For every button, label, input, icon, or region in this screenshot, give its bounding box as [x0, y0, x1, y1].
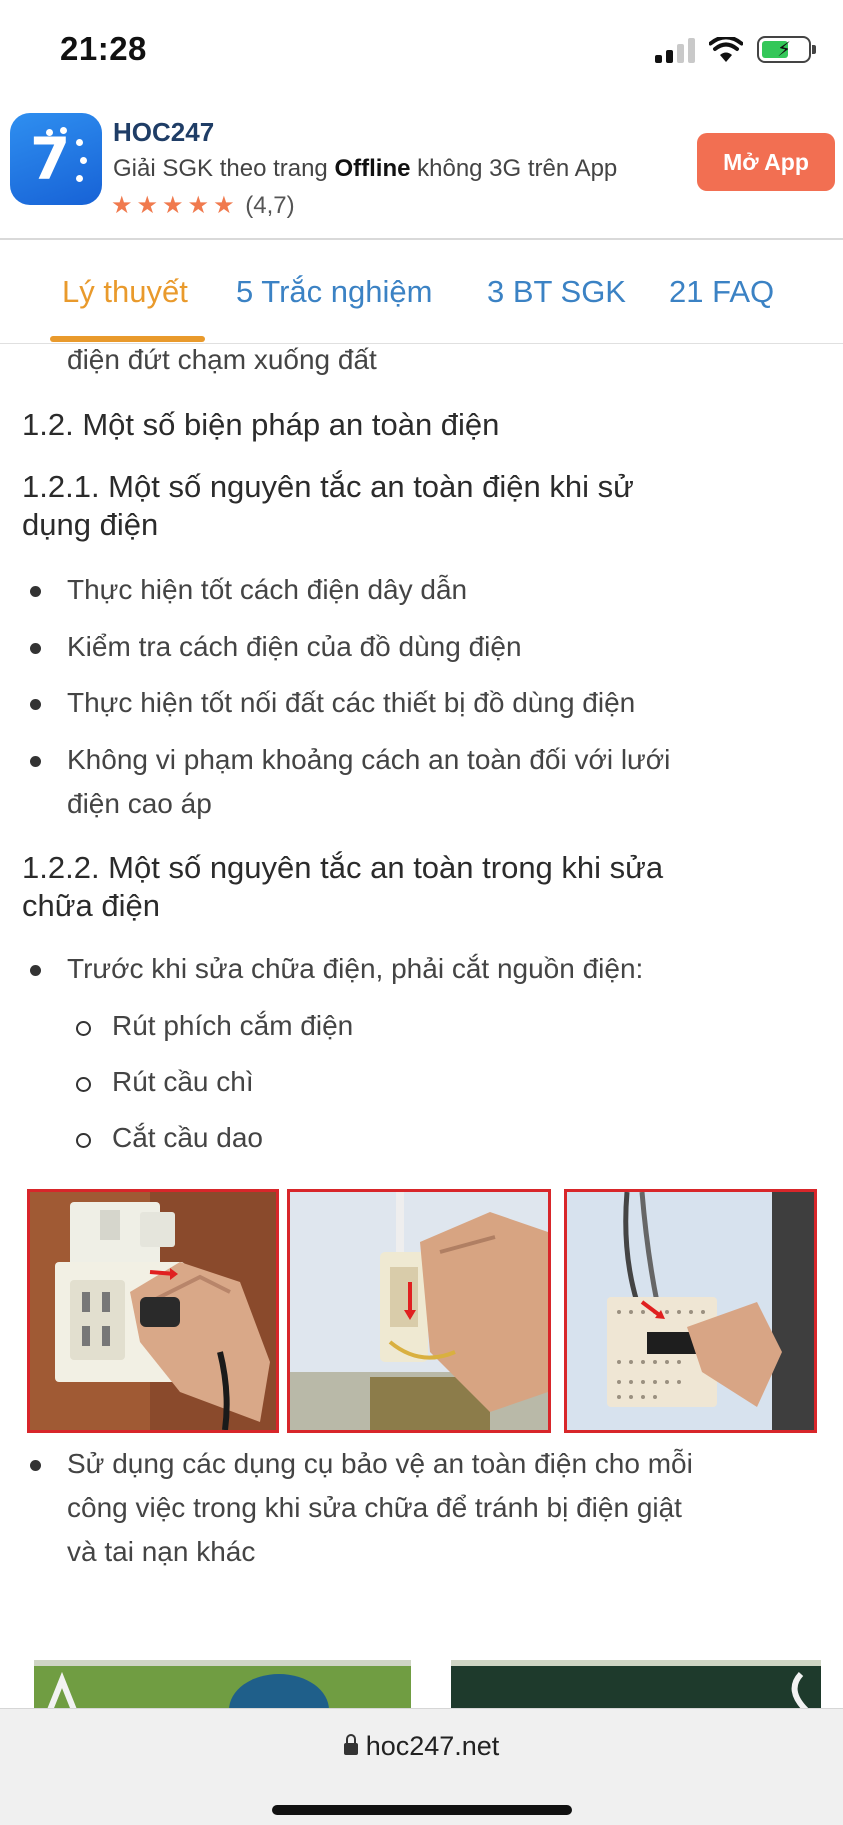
hoc247-app-logo: 7	[10, 113, 102, 205]
list-item: Trước khi sửa chữa điện, phải cắt nguồn …	[29, 947, 643, 991]
heading-1-2: 1.2. Một số biện pháp an toàn điện	[22, 407, 500, 442]
active-tab-indicator	[50, 336, 205, 342]
list-item: Sử dụng các dụng cụ bảo vệ an toàn điện …	[30, 1442, 693, 1574]
status-bar: 21:28 ⚡	[0, 0, 843, 105]
lock-icon	[343, 1734, 358, 1755]
list-item: Không vi phạm khoảng cách an toàn đối vớ…	[29, 738, 670, 826]
tab-bt-sgk[interactable]: 3 BT SGK	[487, 274, 626, 310]
partial-image-right	[451, 1660, 821, 1710]
photo-unplug-socket	[27, 1189, 279, 1433]
url-display[interactable]: hoc247.net	[0, 1731, 843, 1762]
sub-list-item: Cắt cầu dao	[76, 1116, 263, 1160]
list-item: Thực hiện tốt nối đất các thiết bị đồ dù…	[29, 681, 635, 725]
open-app-button[interactable]: Mở App	[697, 133, 835, 191]
sub-list-item: Rút cầu chì	[76, 1060, 254, 1104]
rating-value: (4,7)	[245, 192, 295, 219]
app-rating: ★★★★★ (4,7)	[111, 191, 295, 220]
status-time: 21:28	[60, 30, 147, 67]
photo-remove-fuse	[287, 1189, 551, 1433]
wifi-icon	[709, 36, 743, 62]
tab-faq[interactable]: 21 FAQ	[669, 274, 774, 310]
partial-image-left	[34, 1660, 411, 1710]
app-name: HOC247	[113, 117, 215, 147]
tab-trac-nghiem[interactable]: 5 Trắc nghiệm	[236, 274, 432, 310]
heading-1-2-2: 1.2.2. Một số nguyên tắc an toàn trong k…	[22, 850, 664, 923]
app-description: Giải SGK theo trang Offline không 3G trê…	[113, 155, 618, 182]
continued-text: điện đứt chạm xuống đất	[67, 344, 377, 375]
tab-ly-thuyet[interactable]: Lý thuyết	[62, 274, 188, 310]
home-indicator[interactable]	[272, 1805, 572, 1815]
battery-icon: ⚡	[757, 36, 816, 63]
photo-cut-switch	[564, 1189, 817, 1433]
list-item: Thực hiện tốt cách điện dây dẫn	[29, 568, 467, 612]
heading-1-2-1: 1.2.1. Một số nguyên tắc an toàn điện kh…	[22, 469, 634, 542]
cellular-signal-icon	[655, 37, 695, 63]
app-install-banner: 7 HOC247 Giải SGK theo trang Offline khô…	[0, 105, 843, 240]
status-icons: ⚡	[655, 36, 816, 63]
tab-bar: Lý thuyết 5 Trắc nghiệm 3 BT SGK 21 FAQ	[0, 242, 843, 344]
browser-url-bar[interactable]: hoc247.net	[0, 1708, 843, 1825]
star-rating-icon: ★★★★★	[111, 192, 239, 219]
sub-list-item: Rút phích cắm điện	[75, 1004, 353, 1048]
list-item: Kiểm tra cách điện của đồ dùng điện	[30, 625, 522, 669]
